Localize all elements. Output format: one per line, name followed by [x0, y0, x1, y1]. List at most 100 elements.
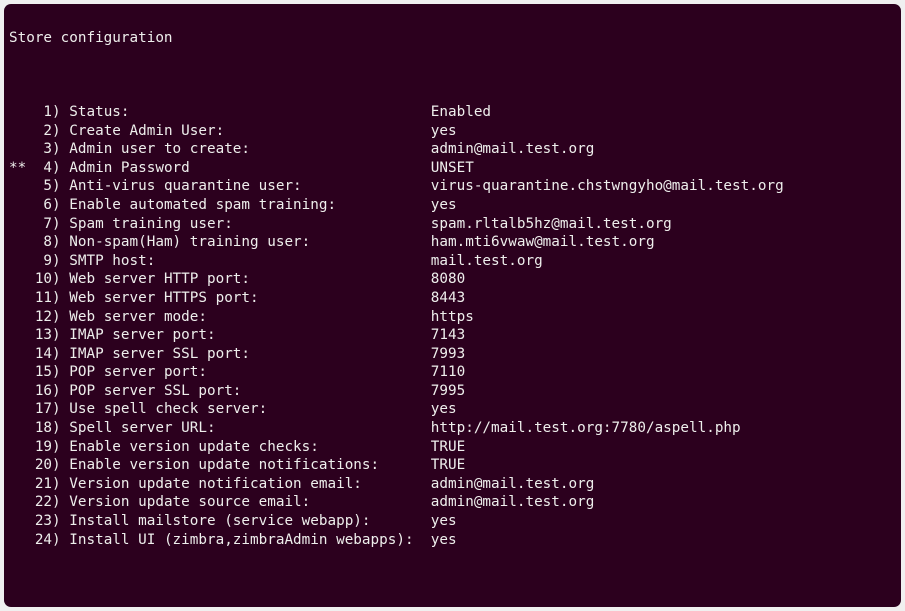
item-number: 24): [35, 532, 69, 548]
item-label: Install mailstore (service webapp):: [69, 513, 431, 529]
config-item: 14) IMAP server SSL port: 7993: [9, 345, 896, 364]
item-number: 5): [35, 178, 69, 194]
config-item: 8) Non-spam(Ham) training user: ham.mti6…: [9, 233, 896, 252]
config-item: 11) Web server HTTPS port: 8443: [9, 289, 896, 308]
item-number: 13): [35, 327, 69, 343]
item-label: Spell server URL:: [69, 420, 431, 436]
item-number: 1): [35, 104, 69, 120]
item-marker: [9, 476, 35, 492]
config-items-list: 1) Status: Enabled 2) Create Admin User:…: [9, 103, 896, 549]
config-item: 12) Web server mode: https: [9, 308, 896, 327]
item-marker: [9, 290, 35, 306]
item-value: yes: [431, 513, 457, 529]
terminal-window[interactable]: Store configuration 1) Status: Enabled 2…: [4, 4, 901, 607]
item-label: POP server port:: [69, 364, 431, 380]
item-marker: [9, 364, 35, 380]
item-label: SMTP host:: [69, 253, 431, 269]
item-label: Use spell check server:: [69, 401, 431, 417]
item-number: 15): [35, 364, 69, 380]
item-marker: [9, 439, 35, 455]
section-header: Store configuration: [9, 29, 896, 48]
select-prompt-line[interactable]: Select, or 'r' for previous menu [r] 4: [9, 605, 896, 607]
item-label: Enable automated spam training:: [69, 197, 431, 213]
item-number: 22): [35, 494, 69, 510]
item-marker: [9, 197, 35, 213]
item-marker: [9, 494, 35, 510]
item-label: Install UI (zimbra,zimbraAdmin webapps):: [69, 532, 431, 548]
item-number: 11): [35, 290, 69, 306]
item-marker: [9, 532, 35, 548]
item-value: yes: [431, 532, 457, 548]
item-number: 17): [35, 401, 69, 417]
item-label: POP server SSL port:: [69, 383, 431, 399]
item-value: spam.rltalb5hz@mail.test.org: [431, 216, 672, 232]
item-marker: [9, 104, 35, 120]
item-value: admin@mail.test.org: [431, 141, 595, 157]
config-item: 9) SMTP host: mail.test.org: [9, 252, 896, 271]
config-item: 21) Version update notification email: a…: [9, 475, 896, 494]
item-value: UNSET: [431, 160, 474, 176]
config-item: 15) POP server port: 7110: [9, 363, 896, 382]
item-number: 14): [35, 346, 69, 362]
item-value: TRUE: [431, 457, 465, 473]
item-label: IMAP server SSL port:: [69, 346, 431, 362]
item-marker: [9, 457, 35, 473]
item-label: Non-spam(Ham) training user:: [69, 234, 431, 250]
item-marker: [9, 401, 35, 417]
item-value: 7995: [431, 383, 465, 399]
config-item: 18) Spell server URL: http://mail.test.o…: [9, 419, 896, 438]
config-item: 13) IMAP server port: 7143: [9, 326, 896, 345]
item-label: IMAP server port:: [69, 327, 431, 343]
config-item: 1) Status: Enabled: [9, 103, 896, 122]
item-number: 18): [35, 420, 69, 436]
item-number: 12): [35, 309, 69, 325]
item-number: 10): [35, 271, 69, 287]
item-value: mail.test.org: [431, 253, 543, 269]
item-label: Version update source email:: [69, 494, 431, 510]
item-marker: [9, 253, 35, 269]
item-marker: [9, 420, 35, 436]
config-item: 24) Install UI (zimbra,zimbraAdmin webap…: [9, 531, 896, 550]
item-number: 21): [35, 476, 69, 492]
blank-line: [9, 66, 896, 85]
config-item: 16) POP server SSL port: 7995: [9, 382, 896, 401]
item-label: Status:: [69, 104, 431, 120]
item-marker: [9, 513, 35, 529]
config-item: 5) Anti-virus quarantine user: virus-qua…: [9, 177, 896, 196]
config-item: 6) Enable automated spam training: yes: [9, 196, 896, 215]
config-item: 2) Create Admin User: yes: [9, 122, 896, 141]
config-item: 3) Admin user to create: admin@mail.test…: [9, 140, 896, 159]
item-value: 7110: [431, 364, 465, 380]
item-value: yes: [431, 123, 457, 139]
item-number: 7): [35, 216, 69, 232]
item-number: 16): [35, 383, 69, 399]
item-label: Enable version update notifications:: [69, 457, 431, 473]
item-marker: [9, 271, 35, 287]
item-number: 20): [35, 457, 69, 473]
item-label: Web server HTTP port:: [69, 271, 431, 287]
item-number: 6): [35, 197, 69, 213]
select-prompt-input[interactable]: 4: [327, 606, 336, 607]
item-number: 4): [35, 160, 69, 176]
config-item: ** 4) Admin Password UNSET: [9, 159, 896, 178]
item-value: 8080: [431, 271, 465, 287]
item-marker: [9, 141, 35, 157]
item-label: Version update notification email:: [69, 476, 431, 492]
item-marker: [9, 383, 35, 399]
item-number: 9): [35, 253, 69, 269]
config-item: 23) Install mailstore (service webapp): …: [9, 512, 896, 531]
item-value: admin@mail.test.org: [431, 476, 595, 492]
item-marker: [9, 309, 35, 325]
item-marker: [9, 123, 35, 139]
item-label: Admin user to create:: [69, 141, 431, 157]
item-label: Spam training user:: [69, 216, 431, 232]
item-value: TRUE: [431, 439, 465, 455]
item-value: 7993: [431, 346, 465, 362]
item-number: 23): [35, 513, 69, 529]
item-value: virus-quarantine.chstwngyho@mail.test.or…: [431, 178, 784, 194]
config-item: 22) Version update source email: admin@m…: [9, 493, 896, 512]
config-item: 10) Web server HTTP port: 8080: [9, 270, 896, 289]
item-label: Web server mode:: [69, 309, 431, 325]
config-item: 7) Spam training user: spam.rltalb5hz@ma…: [9, 215, 896, 234]
item-value: yes: [431, 197, 457, 213]
